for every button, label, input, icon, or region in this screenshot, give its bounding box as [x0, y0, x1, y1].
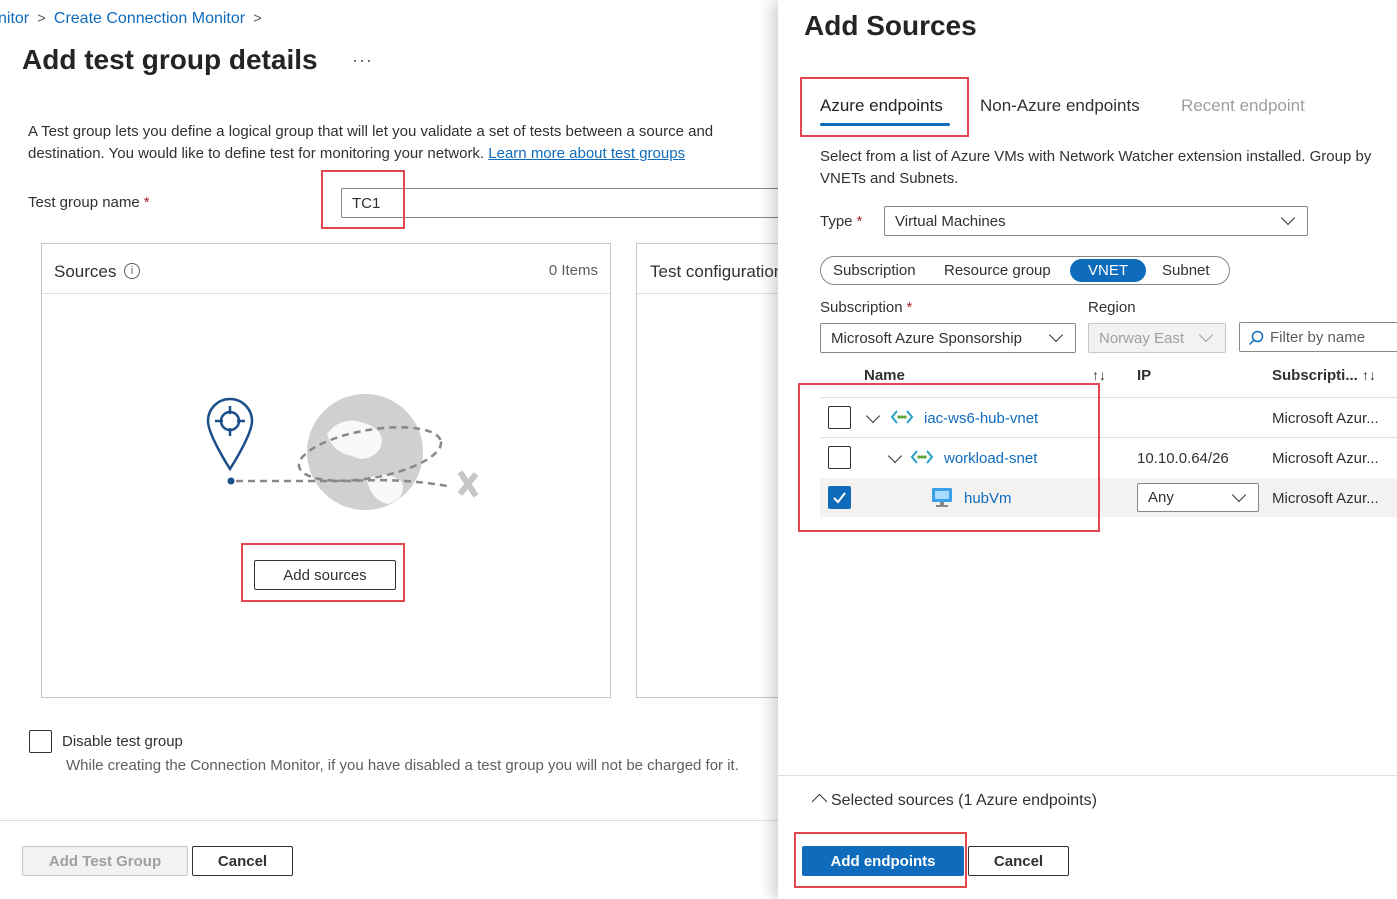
required-mark: * [856, 213, 863, 230]
learn-more-link[interactable]: Learn more about test groups [488, 145, 685, 162]
sources-card: Sources i 0 Items [41, 243, 611, 698]
panel-footer-divider [778, 775, 1397, 776]
disable-test-group-label: Disable test group [62, 733, 183, 750]
checkmark-icon [833, 492, 846, 504]
row-subscription: Microsoft Azur... [1272, 490, 1379, 507]
more-options-icon[interactable]: ··· [352, 50, 373, 71]
filter-by-name-input[interactable]: Filter by name [1239, 322, 1397, 352]
sort-icon: ↑↓ [1362, 367, 1377, 383]
required-mark: * [143, 194, 150, 211]
vnet-icon [890, 410, 914, 424]
disable-test-group-checkbox[interactable] [29, 730, 52, 753]
selected-sources-text: Selected sources (1 Azure endpoints) [831, 792, 1097, 809]
type-dropdown[interactable]: Virtual Machines [884, 206, 1308, 236]
sources-count: 0 Items [548, 262, 598, 279]
column-header-subscription[interactable]: Subscripti... ↑↓ [1272, 367, 1376, 384]
cancel-button[interactable]: Cancel [192, 846, 293, 876]
active-tab-indicator [820, 123, 950, 126]
panel-title: Add Sources [804, 10, 977, 41]
column-header-name[interactable]: Name [864, 367, 905, 384]
region-label: Region [1088, 299, 1136, 316]
column-header-ip[interactable]: IP [1137, 367, 1151, 384]
group-by-pivot: Subscription Resource group VNET Subnet [820, 256, 1230, 285]
panel-description: Select from a list of Azure VMs with Net… [820, 148, 1372, 187]
add-test-group-button[interactable]: Add Test Group [22, 846, 188, 876]
subnet-icon [910, 450, 934, 464]
type-dropdown-value: Virtual Machines [895, 213, 1006, 230]
ip-dropdown-value: Any [1148, 489, 1174, 506]
row-name-link[interactable]: hubVm [964, 490, 1012, 507]
globe-location-illustration [206, 394, 479, 510]
pivot-subnet[interactable]: Subnet [1162, 262, 1210, 279]
test-group-name-label: Test group name * [28, 194, 150, 211]
region-dropdown[interactable]: Norway East [1088, 323, 1226, 353]
column-header-subscription-label: Subscripti... [1272, 367, 1358, 384]
label-text: Subscription [820, 299, 903, 316]
breadcrumb: nitor > Create Connection Monitor > [0, 10, 270, 28]
add-endpoints-button[interactable]: Add endpoints [802, 846, 964, 876]
row-checkbox-workload-snet[interactable] [828, 446, 851, 469]
row-divider [820, 437, 1397, 438]
test-group-name-input[interactable] [341, 188, 791, 218]
chevron-right-icon: > [37, 10, 46, 27]
breadcrumb-item-monitor[interactable]: nitor [0, 10, 29, 27]
row-divider [820, 397, 1397, 398]
page-title: Add test group details [22, 44, 318, 75]
breadcrumb-item-create-connection-monitor[interactable]: Create Connection Monitor [54, 10, 245, 27]
search-icon [1248, 330, 1264, 346]
pivot-resource-group[interactable]: Resource group [944, 262, 1051, 279]
subscription-label: Subscription * [820, 299, 912, 316]
chevron-down-icon [1198, 327, 1214, 343]
info-icon[interactable]: i [124, 263, 140, 279]
row-checkbox-hubvm[interactable] [828, 486, 851, 509]
selected-sources-toggle[interactable]: Selected sources (1 Azure endpoints) [810, 792, 1097, 810]
chevron-up-icon [811, 793, 828, 810]
row-subscription: Microsoft Azur... [1272, 410, 1379, 427]
row-checkbox-hub-vnet[interactable] [828, 406, 851, 429]
label-text: Type [820, 213, 853, 230]
label-text: Test group name [28, 194, 140, 211]
sources-title: Sources [54, 262, 117, 281]
sources-card-header: Sources i 0 Items [42, 244, 610, 294]
row-ip: 10.10.0.64/26 [1137, 450, 1229, 467]
type-label: Type * [820, 213, 862, 230]
chevron-down-icon [1231, 487, 1247, 503]
panel-cancel-button[interactable]: Cancel [968, 846, 1069, 876]
region-dropdown-value: Norway East [1099, 330, 1185, 347]
row-name-link[interactable]: iac-ws6-hub-vnet [924, 410, 1038, 427]
chevron-down-icon [1280, 210, 1296, 226]
footer-divider [0, 820, 800, 821]
subscription-dropdown[interactable]: Microsoft Azure Sponsorship [820, 323, 1076, 353]
chevron-down-icon [1048, 327, 1064, 343]
test-configurations-title: Test configurations [650, 262, 792, 281]
pivot-subscription[interactable]: Subscription [833, 262, 916, 279]
virtual-machine-icon [932, 488, 952, 507]
row-name-link[interactable]: workload-snet [944, 450, 1037, 467]
page-description: A Test group lets you define a logical g… [28, 121, 788, 165]
tab-non-azure-endpoints[interactable]: Non-Azure endpoints [980, 96, 1140, 116]
disable-test-group-help: While creating the Connection Monitor, i… [66, 757, 739, 774]
pivot-vnet[interactable]: VNET [1070, 259, 1146, 282]
add-sources-button[interactable]: Add sources [254, 560, 396, 590]
sort-icon[interactable]: ↑↓ [1092, 367, 1106, 383]
filter-placeholder: Filter by name [1270, 329, 1366, 346]
chevron-down-icon[interactable] [887, 448, 903, 464]
required-mark: * [906, 299, 913, 316]
tab-recent-endpoint[interactable]: Recent endpoint [1181, 96, 1305, 116]
row-subscription: Microsoft Azur... [1272, 450, 1379, 467]
add-sources-panel: Add Sources Azure endpoints Non-Azure en… [778, 0, 1397, 899]
chevron-down-icon[interactable] [865, 408, 881, 424]
tab-azure-endpoints[interactable]: Azure endpoints [820, 96, 943, 116]
subscription-dropdown-value: Microsoft Azure Sponsorship [831, 330, 1022, 347]
ip-dropdown[interactable]: Any [1137, 483, 1259, 512]
chevron-right-icon: > [253, 10, 262, 27]
